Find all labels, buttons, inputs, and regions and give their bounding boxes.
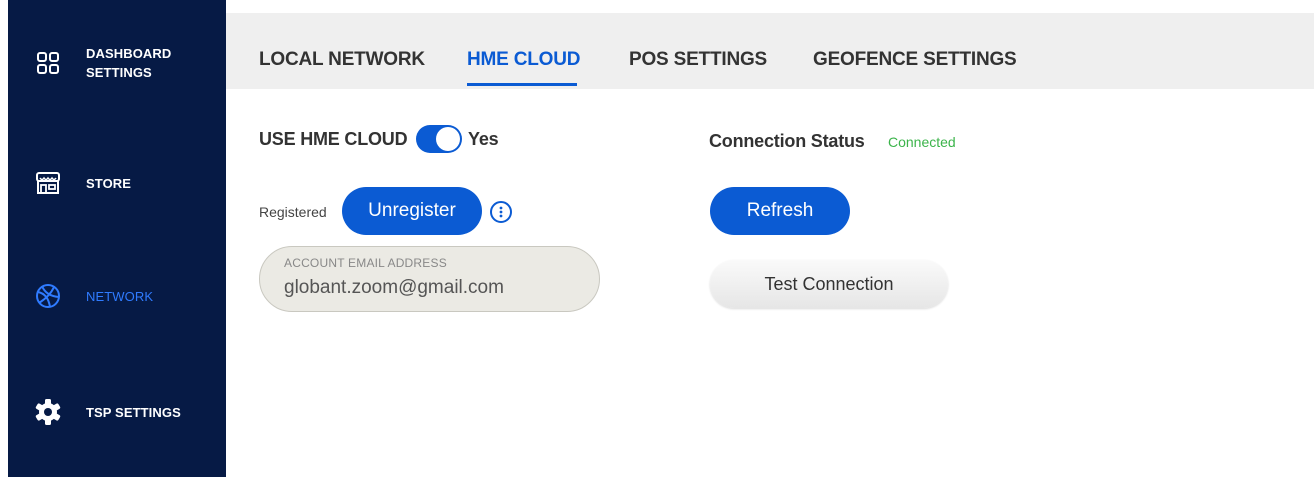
tab-pos-settings[interactable]: POS SETTINGS [629,49,767,71]
use-hme-cloud-label: USE HME CLOUD [259,129,408,149]
sidebar-item-store[interactable]: STORE [8,153,226,213]
gear-icon [34,398,62,426]
sidebar-item-label: DASHBOARD SETTINGS [86,46,172,80]
account-email-field[interactable]: ACCOUNT EMAIL ADDRESS globant.zoom@gmail… [259,246,600,312]
refresh-button[interactable]: Refresh [710,187,850,235]
unregister-button[interactable]: Unregister [342,187,482,235]
connection-status-value: Connected [888,134,956,150]
account-email-value: globant.zoom@gmail.com [284,277,504,298]
tab-hme-cloud[interactable]: HME CLOUD [467,49,580,71]
sidebar-item-label: STORE [86,175,132,191]
info-icon[interactable] [490,201,512,223]
toggle-state-label: Yes [468,129,499,149]
toggle-knob [436,127,460,151]
sidebar-item-network[interactable]: NETWORK [8,266,226,326]
connection-status-label: Connection Status [709,131,865,151]
sidebar-item-tsp-settings[interactable]: TSP SETTINGS [8,382,226,442]
grid-icon [34,49,62,77]
tab-bar: LOCAL NETWORK HME CLOUD POS SETTINGS GEO… [226,13,1314,89]
network-icon [34,282,62,310]
active-tab-indicator [467,83,577,86]
registered-label: Registered [259,204,327,220]
tab-local-network[interactable]: LOCAL NETWORK [259,49,425,71]
sidebar-item-label: TSP SETTINGS [86,404,181,420]
use-hme-cloud-toggle[interactable] [416,125,462,153]
window-edge [0,0,8,477]
sidebar-item-dashboard-settings[interactable]: DASHBOARD SETTINGS [8,33,226,93]
tab-geofence-settings[interactable]: GEOFENCE SETTINGS [813,49,1017,71]
store-icon [34,169,62,197]
account-email-caption: ACCOUNT EMAIL ADDRESS [284,256,447,270]
sidebar: DASHBOARD SETTINGS STORE NETWORK TSP SET… [8,0,226,477]
test-connection-button[interactable]: Test Connection [710,260,948,308]
sidebar-item-label: NETWORK [86,288,154,304]
